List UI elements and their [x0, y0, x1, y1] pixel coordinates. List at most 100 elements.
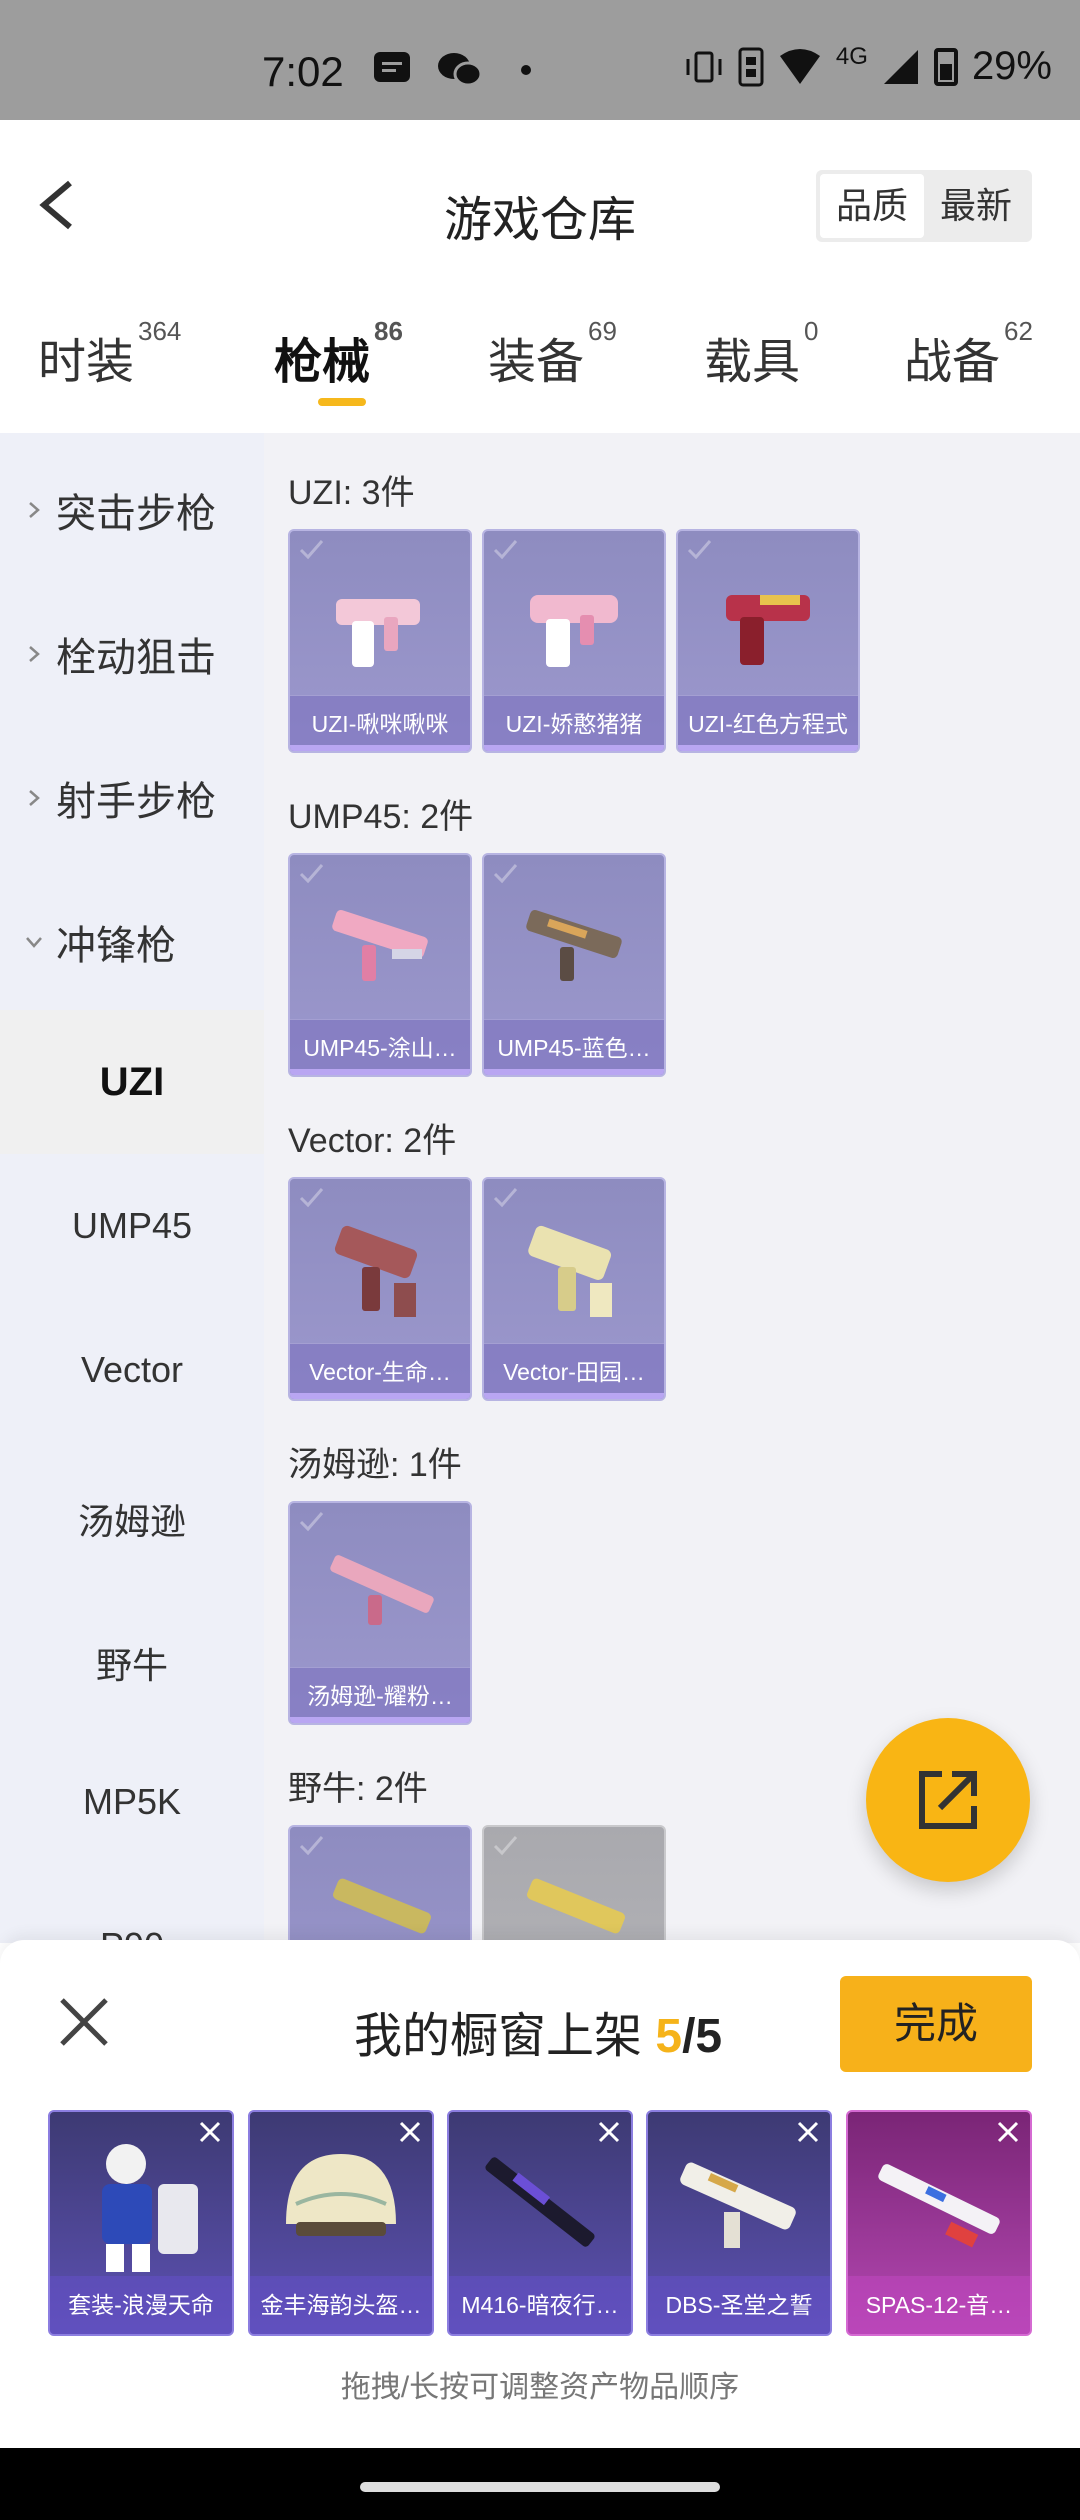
sort-newest-button[interactable]: 最新	[924, 174, 1028, 238]
showcase-count: 5	[655, 2010, 683, 2063]
sim-icon	[738, 47, 764, 86]
message-icon	[374, 52, 410, 82]
section-title-thompson: 汤姆逊: 1件	[288, 1446, 462, 1484]
weapon-card[interactable]: UMP45-涂山…	[288, 853, 472, 1077]
weapon-card-label: UMP45-蓝色…	[484, 1019, 664, 1075]
showcase-item-label: M416-暗夜行…	[449, 2276, 631, 2334]
showcase-item[interactable]: 套装-浪漫天命	[48, 2110, 234, 2336]
sidebar-group-bolt-sniper[interactable]: 栓动狙击	[24, 625, 216, 683]
dbs-icon	[680, 2162, 796, 2248]
tab-equipment[interactable]: 装备69	[488, 316, 617, 392]
tab-vehicles[interactable]: 载具0	[704, 316, 818, 392]
weapon-card[interactable]: UZI-红色方程式	[676, 529, 860, 753]
sidebar-item-uzi[interactable]: UZI	[0, 1010, 264, 1154]
sort-toggle: 品质 最新	[815, 170, 1032, 242]
showcase-item-label: 套装-浪漫天命	[50, 2276, 232, 2334]
weapon-card[interactable]: UMP45-蓝色…	[482, 853, 666, 1077]
tab-count: 86	[374, 316, 403, 346]
tab-count: 62	[1004, 316, 1033, 346]
m416-icon	[485, 2157, 595, 2247]
showcase-total: /5	[682, 2010, 723, 2063]
category-tabs: 时装364 枪械86 装备69 载具0 战备62	[0, 300, 1080, 430]
close-icon[interactable]	[56, 1994, 112, 2050]
vibrate-icon	[686, 51, 722, 82]
weapon-card-label: UZI-红色方程式	[678, 695, 858, 751]
share-button[interactable]	[866, 1718, 1030, 1882]
screen: { "status_bar": { "time": "7:02", "netwo…	[0, 0, 1080, 2520]
section-title-uzi: UZI: 3件	[288, 474, 415, 512]
weapon-card[interactable]: UZI-娇憨猪猪	[482, 529, 666, 753]
tab-fashion[interactable]: 时装364	[38, 316, 181, 392]
weapon-card-label: UZI-娇憨猪猪	[484, 695, 664, 751]
showcase-item[interactable]: SPAS-12-音…	[846, 2110, 1032, 2336]
weapon-card[interactable]: Vector-生命…	[288, 1177, 472, 1401]
sidebar-item-vector[interactable]: Vector	[0, 1349, 264, 1391]
status-time: 7:02	[262, 48, 344, 95]
weapon-card[interactable]: Vector-田园…	[482, 1177, 666, 1401]
tab-label: 战备	[904, 336, 1001, 389]
sidebar-group-label: 冲锋枪	[56, 924, 176, 968]
weapon-card[interactable]	[482, 1825, 666, 1943]
tab-count: 69	[588, 316, 617, 346]
sidebar-item-ump45[interactable]: UMP45	[0, 1205, 264, 1247]
sidebar-group-label: 突击步枪	[56, 492, 216, 536]
tab-label: 枪械	[274, 336, 371, 389]
wechat-icon	[438, 53, 482, 87]
wifi-icon	[779, 48, 820, 84]
chevron-right-icon	[29, 646, 40, 662]
section-title-vector: Vector: 2件	[288, 1122, 457, 1160]
showcase-item[interactable]: DBS-圣堂之誓	[646, 2110, 832, 2336]
weapon-card-label: UMP45-涂山…	[290, 1019, 470, 1075]
weapon-card[interactable]	[288, 1825, 472, 1943]
done-button[interactable]: 完成	[840, 1976, 1032, 2072]
showcase-item[interactable]: M416-暗夜行…	[447, 2110, 633, 2336]
sidebar-group-assault-rifle[interactable]: 突击步枪	[24, 481, 216, 539]
ump45-pink-icon	[332, 910, 428, 981]
tab-supplies[interactable]: 战备62	[904, 316, 1033, 392]
tab-count: 364	[138, 316, 182, 346]
tab-label: 装备	[488, 336, 585, 389]
weapon-card-label: 汤姆逊-耀粉…	[290, 1667, 470, 1723]
battery-icon	[933, 47, 958, 86]
section-title-bizon: 野牛: 2件	[288, 1770, 428, 1808]
sidebar-item-thompson[interactable]: 汤姆逊	[0, 1493, 264, 1545]
uzi-pink-icon	[336, 599, 420, 667]
vector-pastoral-icon	[528, 1225, 612, 1317]
rarity-stripe	[484, 745, 664, 751]
rarity-stripe	[290, 1069, 470, 1075]
rarity-stripe	[290, 1393, 470, 1399]
tab-firearms[interactable]: 枪械86	[274, 316, 403, 392]
sidebar-item-mp5k[interactable]: MP5K	[0, 1781, 264, 1823]
header: 游戏仓库 品质 最新	[0, 120, 1080, 280]
rarity-stripe	[678, 745, 858, 751]
gesture-bar	[0, 2448, 1080, 2520]
chevron-right-icon	[29, 502, 40, 518]
weapon-card-label: UZI-啾咪啾咪	[290, 695, 470, 751]
showcase-item-label: DBS-圣堂之誓	[648, 2276, 830, 2334]
signal-icon	[883, 49, 918, 84]
sort-quality-button[interactable]: 品质	[819, 174, 924, 238]
showcase-item-label: 金丰海韵头盔…	[250, 2276, 432, 2334]
tab-count: 0	[804, 316, 819, 346]
showcase-item[interactable]: 金丰海韵头盔…	[248, 2110, 434, 2336]
sidebar-group-marksman[interactable]: 射手步枪	[24, 769, 216, 827]
panel-title: 我的橱窗上架 5/5	[354, 1996, 722, 2066]
sidebar-group-smg[interactable]: 冲锋枪	[24, 913, 176, 971]
active-tab-indicator	[318, 398, 366, 406]
showcase-item-label: SPAS-12-音…	[848, 2276, 1030, 2334]
sidebar-group-label: 射手步枪	[56, 780, 216, 824]
weapon-card-label: Vector-生命…	[290, 1343, 470, 1399]
bizon-gold-icon	[333, 1878, 431, 1934]
section-title-ump45: UMP45: 2件	[288, 798, 474, 836]
outfit-icon	[102, 2144, 198, 2272]
battery-level: 29%	[971, 44, 1052, 88]
weapon-card[interactable]: 汤姆逊-耀粉…	[288, 1501, 472, 1725]
status-right: 4G 29%	[684, 43, 1052, 89]
sidebar-item-bizon[interactable]: 野牛	[0, 1637, 264, 1689]
weapon-card-label: Vector-田园…	[484, 1343, 664, 1399]
vector-red-icon	[334, 1225, 418, 1317]
weapon-card[interactable]: UZI-啾咪啾咪	[288, 529, 472, 753]
showcase-panel: 我的橱窗上架 5/5 完成 套装-浪漫天命 金丰海韵头盔… M416-暗夜行… …	[0, 1940, 1080, 2450]
rarity-stripe	[484, 1393, 664, 1399]
home-indicator[interactable]	[360, 2482, 720, 2492]
